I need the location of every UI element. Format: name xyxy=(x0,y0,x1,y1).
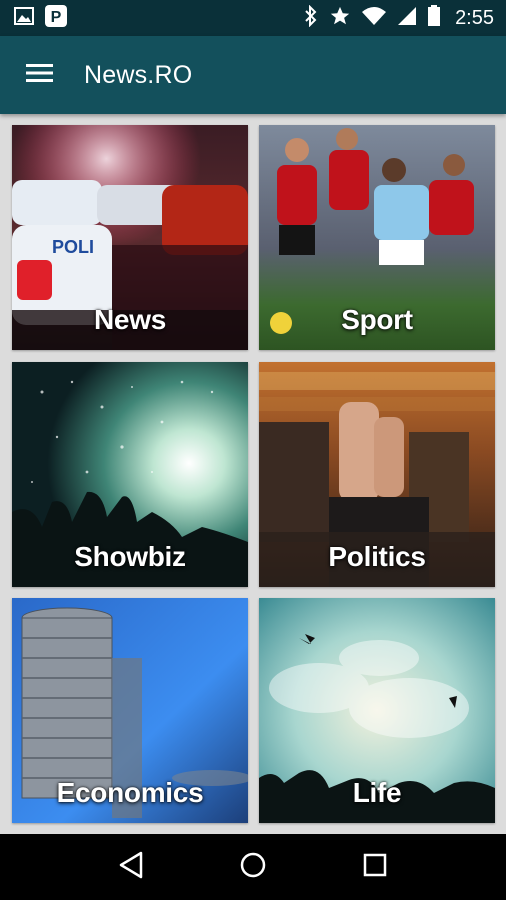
category-tile-sport[interactable]: Sport xyxy=(259,125,495,350)
menu-button[interactable] xyxy=(0,36,80,114)
pinterest-icon: P xyxy=(44,4,68,33)
svg-text:POLI: POLI xyxy=(52,237,94,257)
category-label-economics: Economics xyxy=(56,777,204,808)
category-tile-showbiz[interactable]: Showbiz xyxy=(12,362,248,587)
wifi-icon xyxy=(361,6,387,31)
back-icon xyxy=(118,851,144,884)
hamburger-menu-icon xyxy=(26,63,54,88)
category-label-showbiz: Showbiz xyxy=(74,541,186,572)
home-button[interactable] xyxy=(223,837,283,897)
battery-icon xyxy=(427,4,441,32)
category-grid: POLI News Sport Showbiz Politics Economi… xyxy=(0,114,506,834)
recents-icon xyxy=(362,852,388,883)
svg-text:P: P xyxy=(51,9,62,26)
signal-icon xyxy=(397,6,417,31)
category-tile-politics[interactable]: Politics xyxy=(259,362,495,587)
app-bar: News.RO xyxy=(0,36,506,114)
star-icon xyxy=(329,5,351,32)
image-icon xyxy=(14,6,34,31)
category-label-news: News xyxy=(94,304,166,335)
category-tile-news[interactable]: POLI News xyxy=(12,125,248,350)
status-time: 2:55 xyxy=(455,6,494,29)
category-label-sport: Sport xyxy=(341,304,413,335)
recents-button[interactable] xyxy=(345,837,405,897)
navigation-bar xyxy=(0,834,506,900)
category-tile-economics[interactable]: Economics xyxy=(12,598,248,823)
status-bar: P 2:55 xyxy=(0,0,506,36)
category-label-politics: Politics xyxy=(328,541,426,572)
home-icon xyxy=(239,851,267,884)
app-title: News.RO xyxy=(84,60,193,89)
bluetooth-icon xyxy=(303,4,319,32)
category-tile-life[interactable]: Life xyxy=(259,598,495,823)
category-label-life: Life xyxy=(352,777,402,808)
back-button[interactable] xyxy=(101,837,161,897)
